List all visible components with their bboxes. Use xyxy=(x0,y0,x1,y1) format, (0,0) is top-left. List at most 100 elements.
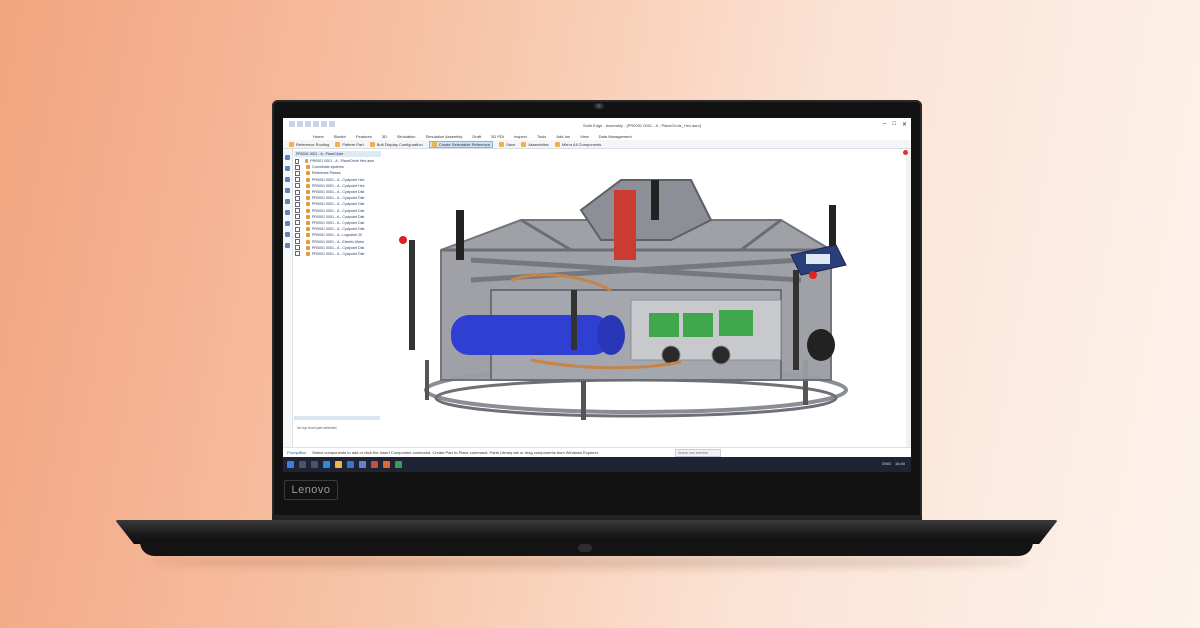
laptop-shadow xyxy=(150,555,1030,569)
tab-data-management[interactable]: Data Management xyxy=(599,134,632,139)
tab-features[interactable]: Features xyxy=(356,134,372,139)
tab-home[interactable]: Home xyxy=(313,134,324,139)
left-toolbar xyxy=(283,149,293,449)
ribbon-button-reference-routing[interactable]: Reference Routing xyxy=(289,141,329,147)
right-scrollbar[interactable] xyxy=(906,149,911,447)
visibility-checkbox[interactable] xyxy=(295,177,300,183)
visibility-checkbox[interactable] xyxy=(295,158,300,164)
tab-3d-pdi[interactable]: 3D PDI xyxy=(491,134,504,139)
visibility-checkbox[interactable] xyxy=(295,195,300,201)
mail-icon[interactable] xyxy=(347,461,354,468)
visibility-checkbox[interactable] xyxy=(295,208,300,214)
tab-inspect[interactable]: Inspect xyxy=(514,134,527,139)
ribbon-button-assemblies[interactable]: Assemblies xyxy=(521,141,549,147)
tree-item-label: PR0001 0001 - A - Cyclpoint Dist xyxy=(312,220,365,225)
visibility-checkbox[interactable] xyxy=(295,183,300,189)
lid-notch xyxy=(578,544,592,552)
app-icon[interactable] xyxy=(371,461,378,468)
part-icon xyxy=(306,227,310,232)
clock[interactable]: 16:40 xyxy=(895,461,905,466)
visibility-checkbox[interactable] xyxy=(295,214,300,220)
task-view-icon[interactable] xyxy=(311,461,318,468)
tree-item-label: Coordinate systems xyxy=(312,165,344,170)
minimize-icon[interactable]: – xyxy=(883,121,886,128)
tab-simulation-assembly[interactable]: Simulation Assembly xyxy=(426,134,463,139)
file-explorer-icon[interactable] xyxy=(335,461,342,468)
visibility-checkbox[interactable] xyxy=(295,251,300,257)
tab-simulation[interactable]: Simulation xyxy=(397,134,416,139)
ribbon-button-save[interactable]: Save xyxy=(499,141,515,147)
browser-icon[interactable] xyxy=(323,461,330,468)
ribbon-command-icon xyxy=(499,141,505,147)
select-icon[interactable] xyxy=(285,199,290,204)
visibility-checkbox[interactable] xyxy=(295,232,300,238)
notification-badge[interactable] xyxy=(903,150,908,155)
visibility-checkbox[interactable] xyxy=(295,201,300,207)
ribbon-command-icon xyxy=(335,141,341,147)
sensors-icon[interactable] xyxy=(285,210,290,215)
visibility-checkbox[interactable] xyxy=(295,220,300,226)
webcam-icon xyxy=(594,103,604,109)
close-icon[interactable]: ✕ xyxy=(902,121,907,128)
title-bar: Solid Edge - Assembly - [PR0001 0001 - A… xyxy=(283,118,911,133)
ribbon-button-label: Create Selectable Reference xyxy=(438,141,491,147)
views-icon[interactable] xyxy=(285,221,290,226)
quick-access-toolbar[interactable] xyxy=(289,121,335,127)
tree-item-label: PR0001 0001 - A - Cyclpoint Dist xyxy=(312,214,365,219)
visibility-checkbox[interactable] xyxy=(295,189,300,195)
search-icon[interactable] xyxy=(299,461,306,468)
part-icon xyxy=(306,245,310,250)
brand-logo: Lenovo xyxy=(284,480,338,500)
tree-item-label: PR0001 0001 - A - Electric Motor xyxy=(312,239,365,244)
part-icon xyxy=(305,159,309,164)
layers-icon[interactable] xyxy=(285,166,290,171)
open-icon[interactable] xyxy=(313,121,319,127)
part-icon xyxy=(306,214,310,219)
store-icon[interactable] xyxy=(359,461,366,468)
visibility-checkbox[interactable] xyxy=(295,226,300,232)
visibility-checkbox[interactable] xyxy=(295,245,300,251)
ribbon-button-create-selectable-reference[interactable]: Create Selectable Reference xyxy=(428,140,494,148)
ribbon-button-pattern-part[interactable]: Pattern Part xyxy=(335,141,364,147)
solid-edge-icon[interactable] xyxy=(383,461,390,468)
window-controls: – □ ✕ xyxy=(883,121,907,128)
tab-draft[interactable]: Draft xyxy=(472,134,481,139)
tree-item-label: PR0001 0001 - A - Cyclpoint Hex xyxy=(312,177,365,182)
library-icon[interactable] xyxy=(285,177,290,182)
settings-icon[interactable] xyxy=(329,121,335,127)
print-icon[interactable] xyxy=(321,121,327,127)
ribbon-button-mirror-all-components[interactable]: Mirror All Components xyxy=(554,141,601,147)
tree-item-label: PR0001 0001 - A - Cyclpoint Dist xyxy=(312,196,365,201)
pathfinder-icon[interactable] xyxy=(285,155,290,160)
visibility-checkbox[interactable] xyxy=(295,170,300,176)
tree-item-label: PR0001 0001 - A - Cyclpoint Dist xyxy=(312,202,365,207)
tab-3d[interactable]: 3D xyxy=(382,134,387,139)
ribbon-command-icon xyxy=(554,141,560,147)
tab-view[interactable]: View xyxy=(580,134,589,139)
part-icon xyxy=(306,233,310,238)
properties-icon[interactable] xyxy=(285,232,290,237)
app-icon[interactable] xyxy=(395,461,402,468)
relations-icon[interactable] xyxy=(285,188,290,193)
maximize-icon[interactable]: □ xyxy=(892,121,896,128)
search-icon[interactable] xyxy=(285,243,290,248)
3d-viewport[interactable]: left xyxy=(381,150,911,446)
visibility-checkbox[interactable] xyxy=(295,164,300,170)
ribbon-button-bolt-display-configuration[interactable]: Bolt Display Configuration xyxy=(369,141,423,147)
tree-item[interactable]: PR0001 0001 - A - Cyclpoint Dist xyxy=(294,251,374,257)
undo-icon[interactable] xyxy=(297,121,303,127)
start-icon[interactable] xyxy=(287,461,294,468)
ribbon-command-icon xyxy=(521,141,527,147)
redo-icon[interactable] xyxy=(305,121,311,127)
prompt-bar-tag: PromptBar xyxy=(287,450,307,455)
pathfinder-splitter[interactable] xyxy=(294,416,380,420)
save-icon[interactable] xyxy=(289,121,295,127)
part-icon xyxy=(306,183,310,188)
tab-tools[interactable]: Tools xyxy=(537,134,546,139)
tab-sketch[interactable]: Sketch xyxy=(334,134,346,139)
language-indicator[interactable]: ENG xyxy=(882,461,891,466)
visibility-checkbox[interactable] xyxy=(295,239,300,245)
tree-item-label: PR0001 0001 - A - Logostrik 20 xyxy=(312,233,362,238)
tab-add-ins[interactable]: Add-Ins xyxy=(556,134,570,139)
command-search-input[interactable]: Search new selection xyxy=(675,449,721,457)
